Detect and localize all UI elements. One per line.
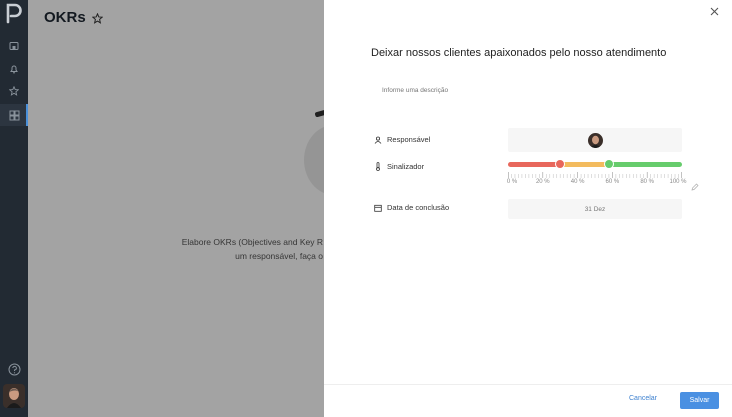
okr-drawer: Deixar nossos clientes apaixonados pelo … bbox=[324, 0, 732, 417]
okr-title[interactable]: Deixar nossos clientes apaixonados pelo … bbox=[371, 47, 666, 59]
home-icon bbox=[9, 42, 19, 50]
date-picker[interactable]: 31 Dez bbox=[508, 199, 682, 219]
sidebar-item-home[interactable] bbox=[0, 35, 28, 57]
avatar bbox=[587, 132, 603, 148]
modal-overlay[interactable] bbox=[28, 0, 324, 417]
data-label: Data de conclusão bbox=[387, 203, 450, 212]
slider-track-mid bbox=[560, 162, 609, 167]
slider-tick-label: 80 % bbox=[640, 179, 655, 185]
sidebar-item-help[interactable] bbox=[0, 358, 28, 380]
sinalizador-slider[interactable]: 0 % 20 % 40 % 60 % 80 % 100 % bbox=[506, 159, 687, 189]
sidebar bbox=[0, 0, 28, 417]
sidebar-item-favorites[interactable] bbox=[0, 80, 28, 102]
responsavel-label: Responsável bbox=[387, 135, 431, 144]
help-icon bbox=[8, 363, 20, 375]
slider-tick-label: 40 % bbox=[570, 179, 585, 185]
slider-tick-label: 60 % bbox=[605, 179, 620, 185]
person-icon bbox=[374, 136, 382, 144]
sinalizador-row-label: Sinalizador bbox=[374, 162, 424, 171]
star-icon bbox=[9, 86, 19, 96]
sidebar-item-notifications[interactable] bbox=[0, 58, 28, 80]
slider-ticks bbox=[508, 172, 682, 178]
data-row-label: Data de conclusão bbox=[374, 203, 449, 212]
close-icon bbox=[710, 7, 718, 15]
slider-tick-label: 20 % bbox=[535, 179, 550, 185]
app-logo[interactable] bbox=[5, 2, 23, 24]
slider-tick-label: 100 % bbox=[669, 179, 687, 185]
thermometer-icon bbox=[376, 162, 380, 171]
slider-thumb-high[interactable] bbox=[603, 159, 614, 169]
responsavel-select[interactable] bbox=[508, 128, 682, 152]
slider-track-high bbox=[608, 162, 682, 167]
description-input[interactable] bbox=[382, 87, 582, 94]
bell-icon bbox=[10, 65, 18, 74]
slider-thumb-low[interactable] bbox=[555, 159, 566, 169]
footer-divider bbox=[324, 384, 732, 385]
responsavel-row-label: Responsável bbox=[374, 135, 430, 144]
cancel-button[interactable]: Cancelar bbox=[629, 395, 657, 402]
calendar-icon bbox=[374, 204, 382, 212]
edit-thresholds-button[interactable] bbox=[691, 178, 699, 196]
grid-icon bbox=[9, 110, 19, 120]
close-button[interactable] bbox=[708, 5, 720, 17]
sinalizador-label: Sinalizador bbox=[387, 162, 425, 171]
user-avatar[interactable] bbox=[3, 384, 25, 408]
save-button[interactable]: Salvar bbox=[680, 392, 719, 409]
slider-tick-label: 0 % bbox=[506, 179, 518, 185]
slider-track-low bbox=[508, 162, 561, 167]
pencil-icon bbox=[691, 183, 699, 191]
sidebar-item-okrs[interactable] bbox=[0, 104, 28, 126]
